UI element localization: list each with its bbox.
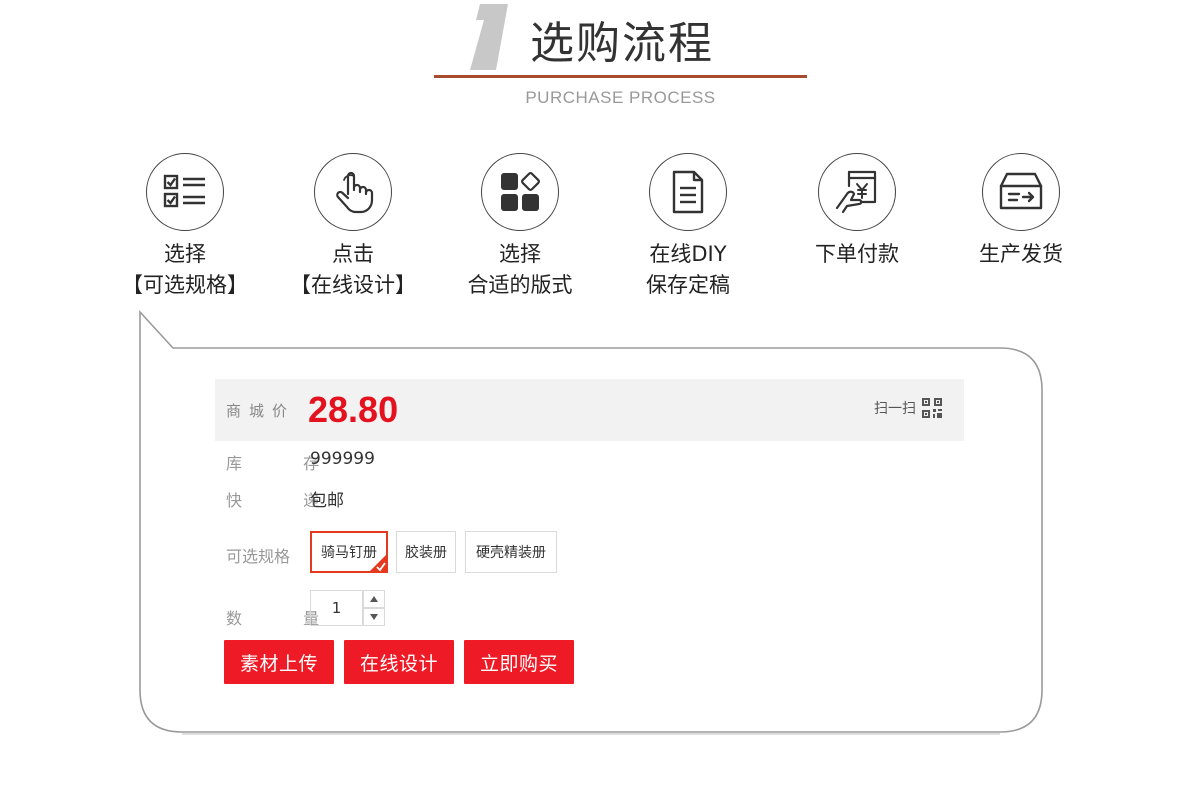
online-design-button[interactable]: 在线设计 xyxy=(344,640,454,684)
title-slash-decoration xyxy=(470,4,508,70)
delivery-box-icon xyxy=(999,172,1043,210)
upload-material-button[interactable]: 素材上传 xyxy=(224,640,334,684)
title-underline xyxy=(434,75,807,78)
step-order-pay: 下单付款 xyxy=(762,153,952,301)
page-title: 选购流程 xyxy=(530,18,714,69)
quantity-increment-button[interactable] xyxy=(363,590,385,608)
step-label: 下单付款 xyxy=(815,242,899,266)
step-label: 选择 【可选规格】 xyxy=(122,242,248,297)
step-label: 选择 合适的版式 xyxy=(467,242,573,297)
step-circle xyxy=(982,153,1060,231)
quantity-input[interactable]: 1 xyxy=(310,590,363,626)
price-label: 商城价 xyxy=(226,402,296,420)
scan-label: 扫一扫 xyxy=(874,401,916,417)
step-circle xyxy=(146,153,224,231)
qr-code-icon xyxy=(922,398,942,418)
step-circle xyxy=(481,153,559,231)
step-diy-save: 在线DIY 保存定稿 xyxy=(593,153,783,301)
step-select-spec: 选择 【可选规格】 xyxy=(90,153,280,301)
step-online-design: 点击 【在线设计】 xyxy=(258,153,448,301)
checklist-icon xyxy=(163,174,205,208)
scan-qr-button[interactable]: 扫一扫 xyxy=(874,398,942,418)
spec-option-perfect-bound[interactable]: 胶装册 xyxy=(396,531,456,573)
step-circle xyxy=(818,153,896,231)
spec-option-saddle-stitch[interactable]: 骑马钉册 xyxy=(310,531,388,573)
stock-value: 999999 xyxy=(310,449,375,469)
step-circle xyxy=(314,153,392,231)
selected-check-icon xyxy=(369,554,387,572)
page-subtitle: PURCHASE PROCESS xyxy=(525,88,716,107)
step-label: 点击 【在线设计】 xyxy=(290,242,416,297)
shipping-value: 包邮 xyxy=(310,491,344,511)
price-bar: 商城价 28.80 扫一扫 xyxy=(215,379,964,441)
step-ship: 生产发货 xyxy=(926,153,1116,301)
quantity-value: 1 xyxy=(331,599,342,617)
payment-icon xyxy=(835,170,877,214)
buy-now-button[interactable]: 立即购买 xyxy=(464,640,574,684)
spec-option-label: 硬壳精装册 xyxy=(476,545,546,561)
layout-grid-icon xyxy=(501,172,540,211)
hand-pointer-icon xyxy=(336,171,374,214)
quantity-decrement-button[interactable] xyxy=(363,608,385,626)
step-label: 在线DIY 保存定稿 xyxy=(646,242,730,297)
step-choose-layout: 选择 合适的版式 xyxy=(425,153,615,301)
price-value: 28.80 xyxy=(308,389,399,430)
caret-up-icon xyxy=(370,596,378,602)
spec-label: 可选规格 xyxy=(226,547,291,566)
step-label: 生产发货 xyxy=(979,242,1063,266)
spec-option-hardcover[interactable]: 硬壳精装册 xyxy=(465,531,557,573)
step-circle xyxy=(649,153,727,231)
caret-down-icon xyxy=(370,614,378,620)
document-icon xyxy=(672,170,704,214)
spec-option-label: 胶装册 xyxy=(405,545,447,561)
